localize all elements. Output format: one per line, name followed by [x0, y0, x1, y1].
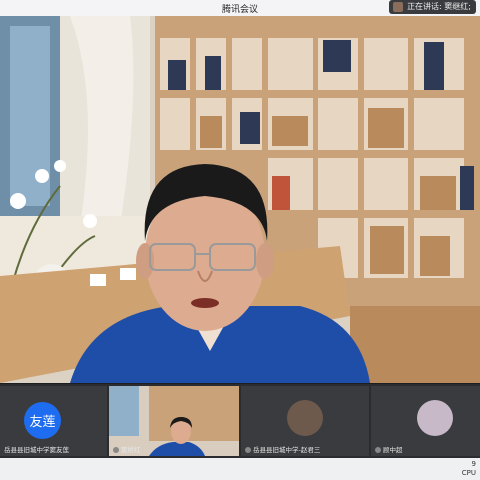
- mic-icon: [113, 447, 119, 453]
- main-video-scene: [0, 16, 480, 383]
- participant-avatar: 友莲: [24, 402, 61, 439]
- system-status: 9 CPU: [462, 460, 476, 478]
- participant-tile[interactable]: 友莲 岳县县旧城中学窦友莲: [0, 386, 107, 456]
- mic-icon: [245, 447, 251, 453]
- participant-name: 窦继红: [113, 444, 141, 454]
- participant-name-text: 窦继红: [121, 446, 141, 454]
- avatar-text: 友莲: [29, 415, 56, 430]
- main-video[interactable]: [0, 16, 480, 383]
- speaking-label: 正在讲话: 窦继红;: [407, 2, 471, 11]
- mic-icon: [375, 447, 381, 453]
- participant-name: 岳县县旧城中学窦友莲: [4, 444, 69, 454]
- status-line-2: CPU: [461, 469, 476, 477]
- participant-name: 岳县县旧城中学-赵君三: [245, 444, 320, 454]
- participant-name-text: 顾中超: [383, 446, 403, 454]
- participant-name: 顾中超: [375, 444, 403, 454]
- participant-strip: 友莲 岳县县旧城中学窦友莲 窦继红 岳县县旧城中学-赵君三 顾中超: [0, 384, 480, 458]
- participant-avatar: [287, 400, 323, 436]
- window-titlebar: 腾讯会议 正在讲话: 窦继红;: [0, 0, 480, 17]
- participant-tile[interactable]: 岳县县旧城中学-赵君三: [241, 386, 369, 456]
- speaker-avatar-icon: [393, 2, 404, 12]
- status-line-1: 9: [471, 460, 476, 468]
- participant-name-text: 岳县县旧城中学窦友莲: [4, 446, 69, 454]
- participant-avatar: [417, 400, 453, 436]
- participant-tile[interactable]: 窦继红: [109, 386, 239, 456]
- status-bar: 9 CPU: [0, 458, 480, 480]
- participant-tile[interactable]: 顾中超: [371, 386, 480, 456]
- speaking-indicator[interactable]: 正在讲话: 窦继红;: [389, 0, 476, 14]
- participant-name-text: 岳县县旧城中学-赵君三: [253, 446, 321, 454]
